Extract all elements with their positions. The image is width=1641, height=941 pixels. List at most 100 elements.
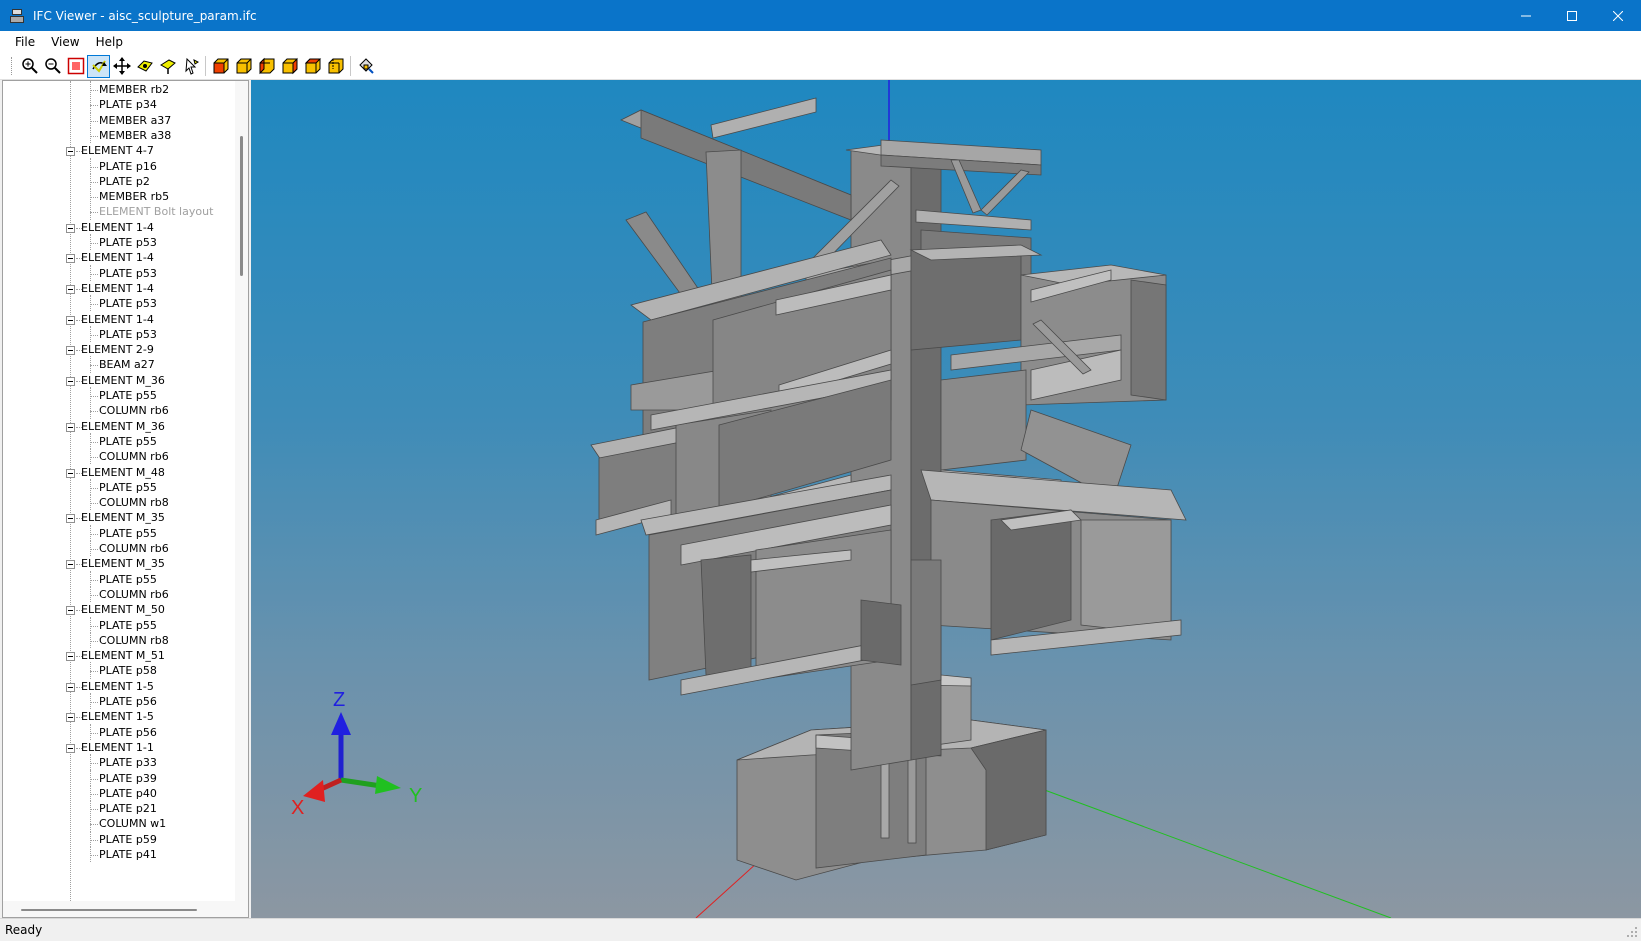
tree-node-item[interactable]: COLUMN rb6: [99, 449, 169, 465]
tree-node-item[interactable]: PLATE p55: [99, 434, 157, 450]
tree-expander[interactable]: [66, 223, 75, 233]
tree-node-item[interactable]: MEMBER rb5: [99, 189, 169, 205]
tree-node-item[interactable]: PLATE p33: [99, 755, 157, 771]
tree-node-item[interactable]: PLATE p2: [99, 174, 150, 190]
tree-node-item[interactable]: PLATE p53: [99, 327, 157, 343]
tree-expander[interactable]: [66, 682, 75, 692]
tree-node-item[interactable]: PLATE p55: [99, 618, 157, 634]
model-tree[interactable]: MEMBER rb2 PLATE p34 MEMBER a37 MEMBER a38 E…: [3, 81, 232, 901]
tree-node-item[interactable]: MEMBER a37: [99, 113, 171, 129]
view-back-button[interactable]: [232, 55, 255, 78]
tree-connector: [90, 830, 91, 847]
tree-node-item[interactable]: PLATE p56: [99, 694, 157, 710]
view-front-button[interactable]: [209, 55, 232, 78]
tree-vertical-scrollbar[interactable]: [235, 81, 248, 901]
zoom-in-button[interactable]: [18, 55, 41, 78]
tree-node-item[interactable]: PLATE p53: [99, 296, 157, 312]
tree-node-item[interactable]: MEMBER a38: [99, 128, 171, 144]
tree-node-element[interactable]: ELEMENT M_36: [81, 419, 165, 435]
tree-node-item[interactable]: PLATE p55: [99, 480, 157, 496]
select-button[interactable]: [179, 55, 202, 78]
tree-node-element[interactable]: ELEMENT 1-4: [81, 281, 154, 297]
tree-node-element[interactable]: ELEMENT 1-4: [81, 250, 154, 266]
tree-node-item[interactable]: COLUMN w1: [99, 816, 166, 832]
tree-expander[interactable]: [66, 315, 75, 325]
tree-expander[interactable]: [66, 652, 75, 662]
view-right-button[interactable]: [278, 55, 301, 78]
menu-view[interactable]: View: [43, 31, 87, 53]
tree-node-item[interactable]: PLATE p53: [99, 266, 157, 282]
pan-icon: [112, 57, 131, 75]
tree-horizontal-scroll-thumb[interactable]: [21, 909, 197, 911]
tree-expander[interactable]: [66, 468, 75, 478]
tree-node-item[interactable]: PLATE p55: [99, 526, 157, 542]
tree-expander[interactable]: [66, 346, 75, 356]
tree-node-element[interactable]: ELEMENT M_36: [81, 373, 165, 389]
tree-node-element[interactable]: ELEMENT 4-7: [81, 143, 154, 159]
tree-node-item[interactable]: COLUMN rb6: [99, 587, 169, 603]
tree-node-item[interactable]: PLATE p56: [99, 725, 157, 741]
tree-expander[interactable]: [66, 713, 75, 723]
tree-expander[interactable]: [66, 376, 75, 386]
tree-connector: [90, 188, 91, 205]
tree-expander[interactable]: [66, 422, 75, 432]
tree-node-element[interactable]: ELEMENT 2-9: [81, 342, 154, 358]
zoom-fit-button[interactable]: [64, 55, 87, 78]
fly-button[interactable]: [156, 55, 179, 78]
tree-node-element[interactable]: ELEMENT M_48: [81, 465, 165, 481]
tree-horizontal-scrollbar[interactable]: [3, 901, 248, 917]
tree-node-element[interactable]: ELEMENT M_50: [81, 602, 165, 618]
tree-node-item[interactable]: PLATE p16: [99, 159, 157, 175]
tree-node-element[interactable]: ELEMENT 1-4: [81, 220, 154, 236]
3d-viewport[interactable]: Z Y X: [251, 80, 1641, 918]
tree-expander[interactable]: [66, 514, 75, 524]
maximize-button[interactable]: [1549, 0, 1595, 31]
tree-node-item[interactable]: PLATE p41: [99, 847, 157, 863]
tree-node-element[interactable]: ELEMENT M_51: [81, 648, 165, 664]
tree-expander[interactable]: [66, 743, 75, 753]
walk-button[interactable]: [133, 55, 156, 78]
menu-file[interactable]: File: [7, 31, 43, 53]
menu-help[interactable]: Help: [88, 31, 131, 53]
tree-node-item[interactable]: PLATE p59: [99, 832, 157, 848]
tree-node-item[interactable]: PLATE p55: [99, 572, 157, 588]
tree-node-item[interactable]: COLUMN rb6: [99, 541, 169, 557]
toolbar-grip[interactable]: [11, 57, 14, 75]
close-button[interactable]: [1595, 0, 1641, 31]
tree-expander[interactable]: [66, 606, 75, 616]
tree-node-item[interactable]: PLATE p21: [99, 801, 157, 817]
tree-node-item[interactable]: PLATE p39: [99, 771, 157, 787]
tree-node-item[interactable]: PLATE p40: [99, 786, 157, 802]
view-left-button[interactable]: [255, 55, 278, 78]
tree-node-item[interactable]: PLATE p34: [99, 97, 157, 113]
tree-expander[interactable]: [66, 147, 75, 157]
tree-node-element[interactable]: ELEMENT M_35: [81, 556, 165, 572]
tree-node-item[interactable]: ELEMENT Bolt layout: [99, 204, 213, 220]
tree-node-item[interactable]: COLUMN rb8: [99, 495, 169, 511]
tree-node-item[interactable]: PLATE p53: [99, 235, 157, 251]
pan-button[interactable]: [110, 55, 133, 78]
zoom-out-button[interactable]: [41, 55, 64, 78]
minimize-button[interactable]: [1503, 0, 1549, 31]
tree-node-element[interactable]: ELEMENT 1-4: [81, 312, 154, 328]
property-button[interactable]: [354, 55, 377, 78]
tree-vertical-scroll-thumb[interactable]: [240, 136, 243, 276]
tree-node-item[interactable]: BEAM a27: [99, 357, 155, 373]
tree-node-item[interactable]: COLUMN rb8: [99, 633, 169, 649]
tree-node-element[interactable]: ELEMENT 1-5: [81, 709, 154, 725]
size-grip-icon[interactable]: [1626, 926, 1638, 938]
tree-expander[interactable]: [66, 284, 75, 294]
tree-node-item[interactable]: PLATE p58: [99, 663, 157, 679]
view-top-button[interactable]: [301, 55, 324, 78]
tree-node-item[interactable]: COLUMN rb6: [99, 403, 169, 419]
tree-expander[interactable]: [66, 560, 75, 570]
view-bottom-button[interactable]: [324, 55, 347, 78]
tree-node-element[interactable]: ELEMENT M_35: [81, 510, 165, 526]
tree-node-item[interactable]: MEMBER rb2: [99, 82, 169, 98]
tree-node-element[interactable]: ELEMENT 1-1: [81, 740, 154, 756]
rotate-button[interactable]: [87, 54, 110, 78]
tree-node-item[interactable]: PLATE p55: [99, 388, 157, 404]
tree-expander[interactable]: [66, 254, 75, 264]
title-bar[interactable]: IFC Viewer - aisc_sculpture_param.ifc: [0, 0, 1641, 31]
tree-node-element[interactable]: ELEMENT 1-5: [81, 679, 154, 695]
